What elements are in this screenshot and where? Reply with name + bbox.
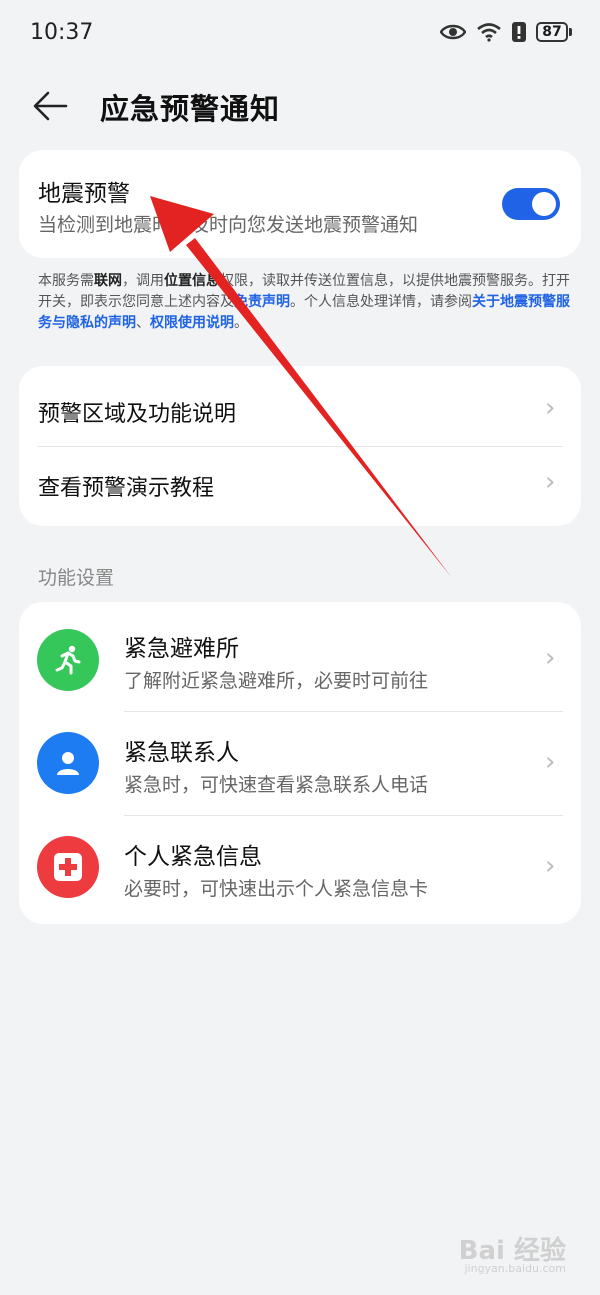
annotation-arrow [150, 196, 452, 578]
baidu-watermark-url: jingyan.baidu.com [464, 1262, 566, 1275]
